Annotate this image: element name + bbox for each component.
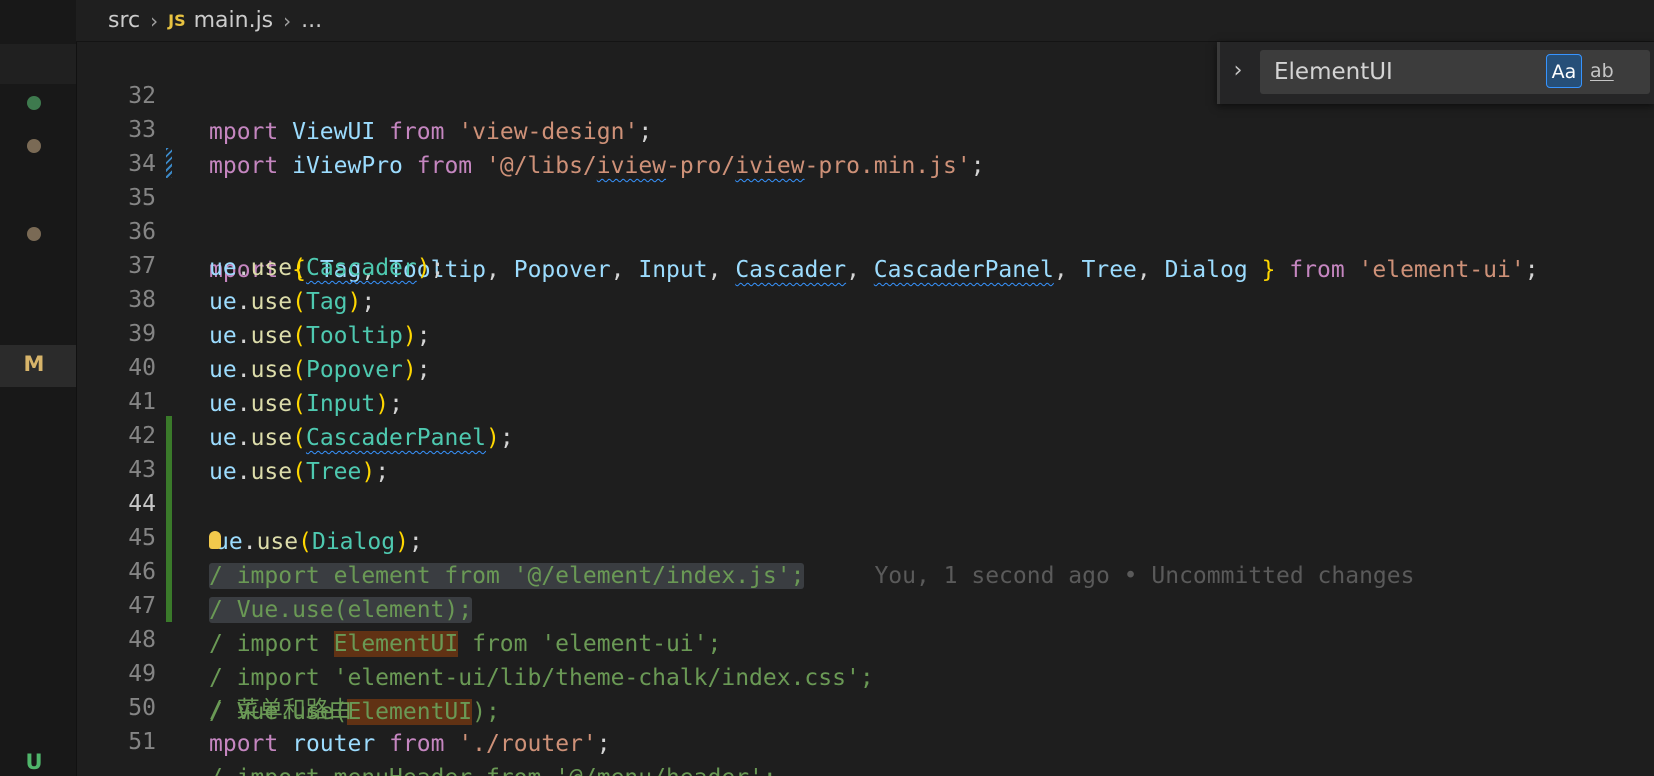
scm-decoration-rail: M U xyxy=(0,0,77,776)
code-line: 48 / Vue.use(ElementUI); xyxy=(76,586,1654,725)
code-token: from xyxy=(389,731,445,757)
added-lines-decoration[interactable] xyxy=(166,552,172,588)
toggle-replace-chevron-icon[interactable]: › xyxy=(1228,56,1248,86)
code-line: 45 / Vue.use(element); xyxy=(76,484,1654,623)
status-dot-brown xyxy=(27,139,41,153)
code-line: 46 / import ElementUI from 'element-ui'; xyxy=(76,518,1654,657)
code-token: mport xyxy=(209,731,279,757)
javascript-file-icon: JS xyxy=(168,11,186,30)
added-lines-decoration[interactable] xyxy=(166,586,172,622)
added-lines-decoration[interactable] xyxy=(166,484,172,520)
code-line: 51 / import menuHeader from '@/menu/head… xyxy=(76,688,1654,776)
rail-band xyxy=(0,44,76,84)
code-line: 43 ue.use(Dialog); xyxy=(76,416,1654,555)
breadcrumb: src › JS main.js › ... xyxy=(76,0,1654,42)
code-line: 36 ue.use(Cascader); xyxy=(76,178,1654,281)
code-line: 38 ue.use(Tooltip); xyxy=(76,246,1654,349)
code-line: 47 / import 'element-ui/lib/theme-chalk/… xyxy=(76,552,1654,691)
chevron-right-icon: › xyxy=(150,8,159,33)
code-line: 40 ue.use(Input); xyxy=(76,314,1654,417)
code-line: 49 / 菜单和路由 xyxy=(76,620,1654,723)
line-number: 51 xyxy=(128,729,156,755)
code-line: 34 xyxy=(76,110,1654,177)
breadcrumb-symbols[interactable]: ... xyxy=(301,8,322,33)
code-token: / import menuHeader from '@/menu/header'… xyxy=(209,765,777,776)
added-lines-decoration[interactable] xyxy=(166,518,172,554)
whole-word-toggle[interactable]: ab xyxy=(1590,54,1630,88)
find-widget: › ElementUI Aa ab xyxy=(1217,42,1654,104)
code-line: 35 mport { Tag, Tooltip, Popover, Input,… xyxy=(76,144,1654,283)
code-editor[interactable]: 32 mport ViewUI from 'view-design'; 33 m… xyxy=(76,42,1654,776)
code-line: 50 mport router from './router'; xyxy=(76,654,1654,757)
code-line: 39 ue.use(Popover); xyxy=(76,280,1654,383)
code-line: 41 ue.use(CascaderPanel); xyxy=(76,348,1654,451)
match-case-toggle[interactable]: Aa xyxy=(1546,54,1582,88)
modified-badge: M xyxy=(23,352,45,376)
code-line: 37 ue.use(Tag); xyxy=(76,212,1654,315)
added-lines-decoration[interactable] xyxy=(166,450,172,486)
code-token: router xyxy=(292,731,376,757)
untracked-badge: U xyxy=(25,750,43,774)
breadcrumb-folder[interactable]: src xyxy=(108,8,140,33)
find-input-value: ElementUI xyxy=(1274,59,1393,85)
status-dot-brown xyxy=(27,227,41,241)
code-line: 42 ue.use(Tree); xyxy=(76,382,1654,485)
added-lines-decoration[interactable] xyxy=(166,416,172,452)
breadcrumb-file[interactable]: main.js xyxy=(194,8,274,33)
status-dot-green xyxy=(27,96,41,110)
chevron-right-icon: › xyxy=(283,8,292,33)
find-input[interactable]: ElementUI Aa ab xyxy=(1260,50,1650,94)
modified-hatch-decoration[interactable] xyxy=(166,148,172,178)
code-line: 44 / import element from '@/element/inde… xyxy=(76,450,1654,589)
code-token: './router' xyxy=(458,731,597,757)
